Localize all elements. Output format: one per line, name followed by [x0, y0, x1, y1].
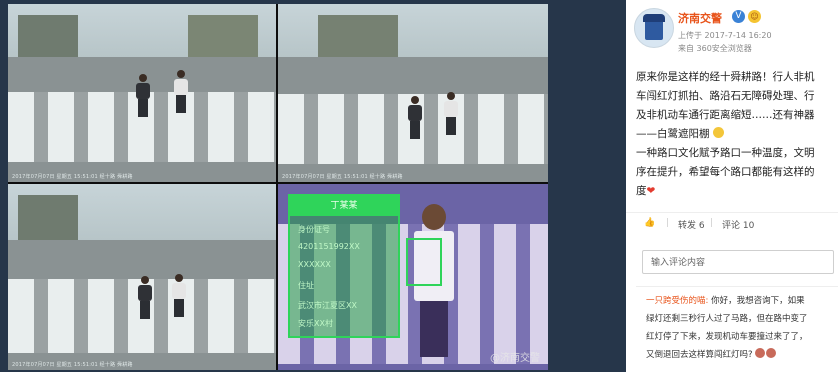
- camera-2-timestamp: 2017年07月07日 星期五 15:51:01 经十路 舜耕路: [282, 174, 403, 180]
- post-line-5: 一种路口文化赋予路口一种温度，文明: [636, 147, 815, 159]
- avatar[interactable]: [634, 8, 674, 48]
- action-divider: |: [666, 218, 670, 228]
- reply-username[interactable]: 一只跨受伤的喵:: [646, 296, 708, 306]
- post-line-6: 序在提升，希望每个路口都能有这样的: [636, 166, 815, 178]
- post-line-7: 度: [636, 185, 647, 197]
- comment-button[interactable]: 评论 10: [722, 218, 754, 231]
- repost-button[interactable]: 转发 6: [678, 218, 705, 231]
- post-body: 原来你是这样的经十舜耕路！行人非机 车闯红灯抓拍、路沿石无障碍处理、行 及非机动…: [636, 68, 838, 201]
- reply-line-2: 绿灯还剩三秒行人过了马路，但在路中变了: [646, 314, 808, 324]
- info-line-6: 安乐XX村: [298, 319, 333, 328]
- info-line-3: XXXXXX: [298, 260, 331, 269]
- face-detection-box: [406, 238, 442, 286]
- like-icon[interactable]: 👍: [644, 218, 655, 228]
- camera-3-timestamp: 2017年07月07日 星期五 15:51:01 经十路 舜耕路: [12, 362, 133, 368]
- reply-comment: 一只跨受伤的喵: 你好，我想咨询下，如果 绿灯还剩三秒行人过了马路，但在路中变了…: [646, 292, 838, 364]
- info-line-1: 身份证号: [298, 225, 330, 234]
- action-bar: 👍 | 转发 6 | 评论 10: [626, 212, 838, 235]
- reply-line-1: 你好，我想咨询下，如果: [711, 296, 805, 306]
- info-line-5: 武汉市江夏区XX: [298, 301, 357, 310]
- post-line-3: 及非机动车通行距离缩短……还有神器: [636, 109, 815, 121]
- heart-icon: ❤: [646, 185, 656, 197]
- smile-emoji-icon: ☺: [748, 10, 761, 23]
- reply-line-4: 又倒退回去这样算闯红灯吗?: [646, 350, 753, 360]
- comment-input[interactable]: 输入评论内容: [642, 250, 834, 274]
- identity-name: 丁某某: [290, 196, 398, 216]
- weibo-post: 济南交警 V ☺ 上传于 2017-7-14 16:20 来自 360安全浏览器…: [626, 0, 838, 372]
- face-detection-panel: 丁某某 身份证号 4201151992XX XXXXXX 住址 武汉市江夏区XX…: [278, 184, 548, 370]
- surveillance-collage: 2017年07月07日 星期五 15:51:01 经十路 舜耕路 2017年07…: [8, 4, 548, 370]
- emoji-avatars-icon: [755, 347, 779, 358]
- weibo-watermark: @济南交警: [490, 353, 540, 364]
- post-timestamp: 上传于 2017-7-14 16:20: [678, 31, 772, 40]
- post-line-1: 原来你是这样的经十舜耕路！行人非机: [636, 71, 815, 83]
- info-line-2: 4201151992XX: [298, 242, 360, 251]
- divider: [636, 286, 838, 287]
- camera-view-1: 2017年07月07日 星期五 15:51:01 经十路 舜耕路: [8, 4, 276, 182]
- laugh-emoji-icon: [712, 127, 724, 138]
- post-line-4: ——白鹭遮阳棚: [636, 128, 710, 140]
- post-line-2: 车闯红灯抓拍、路沿石无障碍处理、行: [636, 90, 815, 102]
- account-name[interactable]: 济南交警: [678, 10, 722, 26]
- action-divider-2: |: [710, 218, 714, 228]
- verified-icon: V: [732, 10, 745, 23]
- camera-1-timestamp: 2017年07月07日 星期五 15:51:01 经十路 舜耕路: [12, 174, 133, 180]
- reply-line-3: 红灯停了下来，发现机动车要撞过来了了，: [646, 332, 808, 342]
- info-line-4: 住址: [298, 281, 314, 290]
- camera-view-2: 2017年07月07日 星期五 15:51:01 经十路 舜耕路: [278, 4, 548, 182]
- identity-info-box: 丁某某 身份证号 4201151992XX XXXXXX 住址 武汉市江夏区XX…: [288, 194, 400, 338]
- post-source[interactable]: 来自 360安全浏览器: [678, 43, 752, 54]
- camera-view-3: 2017年07月07日 星期五 15:51:01 经十路 舜耕路: [8, 184, 276, 370]
